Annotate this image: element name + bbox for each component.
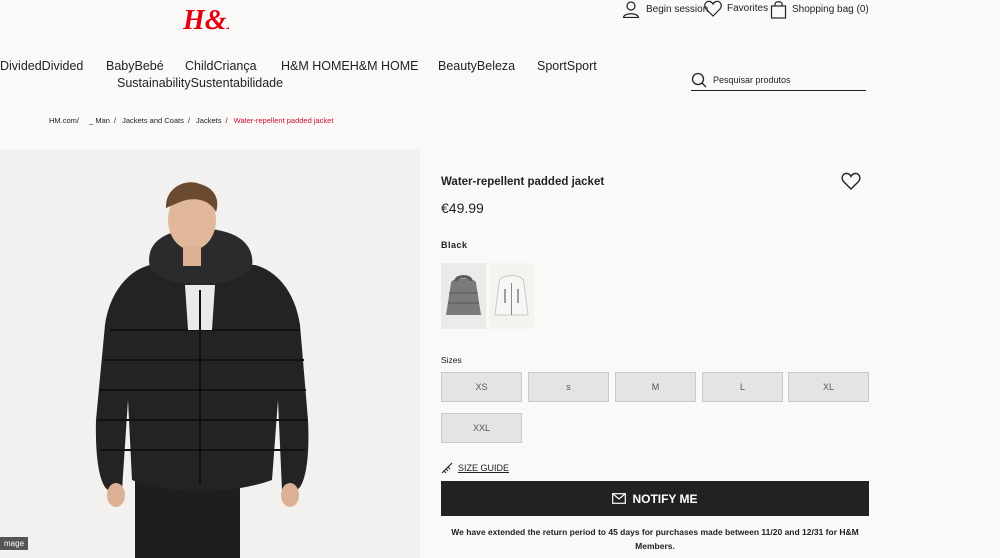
nav-item-baby[interactable]: BabyBebé — [106, 59, 164, 73]
nav-item-sustainability[interactable]: SustainabilitySustentabilidade — [117, 76, 283, 90]
size-guide-link[interactable]: SIZE GUIDE — [441, 462, 509, 474]
color-swatch-black[interactable] — [441, 263, 486, 329]
product-price: €49.99 — [441, 200, 484, 216]
user-icon — [622, 1, 640, 18]
favorites-label: Favorites — [727, 3, 769, 14]
wishlist-heart-icon[interactable] — [841, 172, 861, 190]
size-guide-label: SIZE GUIDE — [458, 463, 510, 473]
breadcrumb-home[interactable]: HM.com/ — [49, 116, 79, 125]
image-tag: mage — [0, 537, 29, 550]
breadcrumb-jackets[interactable]: Jackets — [196, 116, 221, 125]
search-field[interactable]: Pesquisar produtos — [691, 70, 866, 91]
bag-icon — [770, 1, 787, 19]
mail-icon — [612, 493, 627, 504]
sizes-label: Sizes — [441, 355, 462, 365]
bag-label: Shopping bag (0) — [792, 4, 869, 15]
heart-icon — [704, 0, 722, 17]
nav-item-sport[interactable]: SportSport — [537, 59, 597, 73]
signin-link[interactable]: Begin session — [622, 0, 708, 18]
product-title: Water-repellent padded jacket — [441, 176, 605, 188]
returns-note: We have extended the return period to 45… — [451, 527, 859, 551]
breadcrumb-current: Water-repellent padded jacket — [233, 116, 334, 125]
breadcrumb: HM.com/ _ Man / Jackets and Coats / Jacket… — [49, 116, 334, 125]
size-s[interactable]: s — [528, 372, 609, 402]
breadcrumb-jackets-coats[interactable]: Jackets and Coats — [122, 116, 184, 125]
nav-item-home[interactable]: H&M HOMEH&M HOME — [281, 59, 419, 73]
nav-item-beauty[interactable]: BeautyBeleza — [438, 59, 515, 73]
size-l[interactable]: L — [702, 372, 783, 402]
white-jacket-thumb — [494, 275, 529, 316]
color-label: Black — [441, 240, 468, 250]
ruler-icon — [441, 462, 453, 474]
black-jacket-thumb — [446, 275, 481, 315]
product-image[interactable]: mage — [0, 150, 420, 558]
search-icon — [691, 72, 707, 88]
notify-me-button[interactable]: NOTIFY ME — [441, 481, 869, 516]
color-swatch-white[interactable] — [489, 263, 534, 329]
search-placeholder: Pesquisar produtos — [713, 75, 791, 85]
size-xl[interactable]: XL — [788, 372, 869, 402]
svg-text:H&M: H&M — [182, 5, 229, 36]
model-jacket-illustration — [95, 182, 309, 558]
size-xxl[interactable]: XXL — [441, 413, 522, 443]
nav-item-child[interactable]: ChildCriança — [185, 59, 257, 73]
shopping-bag-link[interactable]: Shopping bag (0) — [770, 0, 869, 19]
nav-item-divided[interactable]: DividedDivided — [0, 59, 83, 73]
size-m[interactable]: M — [615, 372, 696, 402]
favorites-link[interactable]: Favorites — [704, 0, 768, 17]
notify-me-label: NOTIFY ME — [632, 491, 698, 506]
signin-label: Begin session — [646, 3, 709, 15]
size-xs[interactable]: XS — [441, 372, 522, 402]
hm-logo[interactable]: H&M — [181, 2, 229, 36]
breadcrumb-man[interactable]: _ Man — [89, 116, 110, 125]
